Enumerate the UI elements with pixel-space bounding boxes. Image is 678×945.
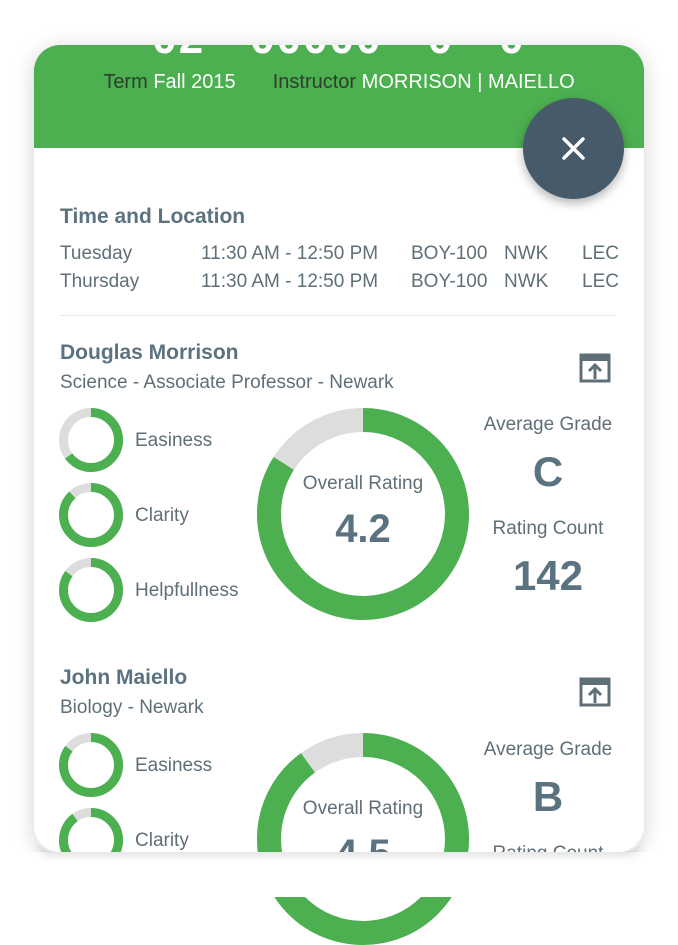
ring-progress (59, 483, 123, 547)
schedule-day: Tuesday (60, 243, 133, 264)
overall-rating-label: Overall Rating (302, 798, 424, 819)
overall-rating-label: Overall Rating (302, 473, 424, 494)
average-grade-label: Average Grade (483, 414, 613, 435)
course-code: 02 - 00000 - 0 - 0 (34, 45, 644, 64)
schedule-room: BOY-100 (411, 271, 488, 292)
schedule-room: BOY-100 (411, 243, 488, 264)
term-value: Fall 2015 (153, 71, 236, 93)
easiness-label: Easiness (135, 430, 213, 451)
professor-department: Science - Associate Professor - Newark (60, 372, 394, 393)
close-button[interactable] (523, 98, 624, 199)
term-label: Term (103, 71, 148, 93)
helpfulness-label: Helpfullness (135, 580, 239, 601)
schedule-type: LEC (582, 271, 619, 292)
schedule-campus: NWK (504, 271, 549, 292)
professor-department: Biology - Newark (60, 697, 204, 718)
clarity-label: Clarity (135, 830, 189, 851)
average-grade-value: C (532, 448, 564, 495)
close-icon (562, 137, 585, 160)
time-location-title: Time and Location (60, 205, 246, 228)
schedule-row: Thursday 11:30 AM - 12:50 PM BOY-100 NWK… (60, 271, 620, 297)
share-icon[interactable] (578, 352, 612, 384)
rating-count-value: 142 (512, 552, 584, 599)
professor-name[interactable]: Douglas Morrison (60, 341, 239, 365)
schedule-row: Tuesday 11:30 AM - 12:50 PM BOY-100 NWK … (60, 243, 620, 269)
schedule-type: LEC (582, 243, 619, 264)
term-instructor-row: Term Fall 2015 Instructor MORRISON | MAI… (34, 71, 644, 94)
divider (60, 315, 616, 316)
schedule-campus: NWK (504, 243, 549, 264)
instructor-value: MORRISON | MAIELLO (361, 71, 575, 93)
helpfulness-ring (59, 558, 123, 622)
schedule-day: Thursday (60, 271, 140, 292)
schedule-time: 11:30 AM - 12:50 PM (201, 243, 379, 264)
bottom-mask (0, 852, 678, 897)
easiness-ring (59, 408, 123, 472)
rating-count-label: Rating Count (492, 518, 604, 539)
easiness-label: Easiness (135, 755, 213, 776)
instructor-label: Instructor (272, 71, 357, 93)
overall-rating-value: 4.2 (335, 507, 391, 551)
clarity-ring (59, 483, 123, 547)
average-grade-label: Average Grade (483, 739, 613, 760)
clarity-label: Clarity (135, 505, 189, 526)
average-grade-value: B (532, 773, 564, 820)
professor-name[interactable]: John Maiello (60, 666, 187, 690)
schedule-time: 11:30 AM - 12:50 PM (201, 271, 379, 292)
share-icon[interactable] (578, 676, 612, 708)
easiness-ring (59, 733, 123, 797)
